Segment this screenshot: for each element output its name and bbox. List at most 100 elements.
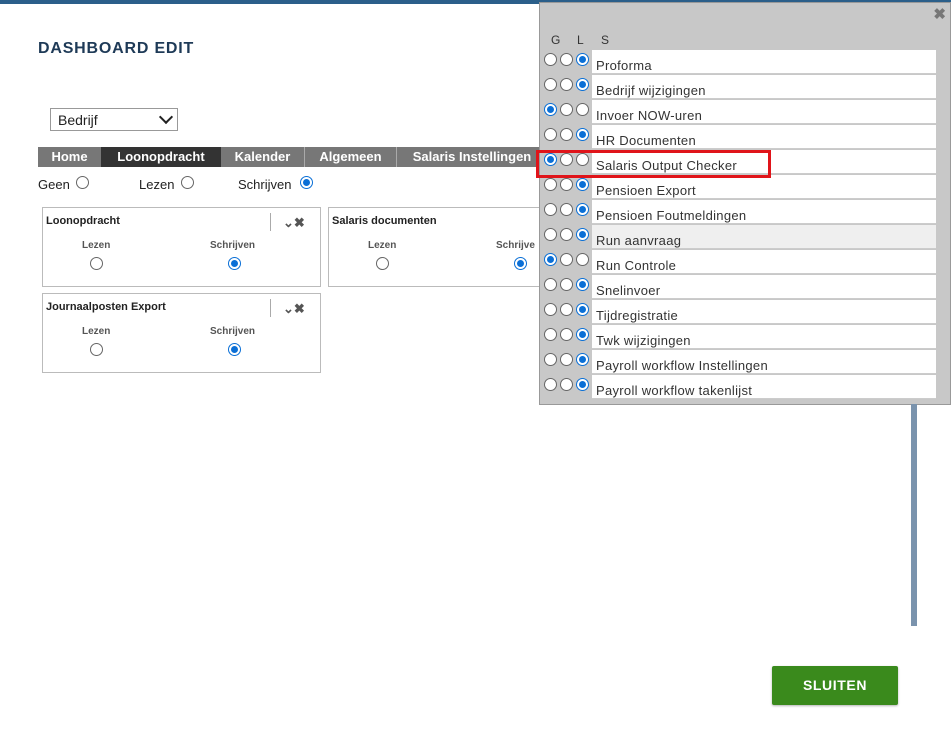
panel-row-label: Invoer NOW-uren <box>592 100 936 124</box>
panel-radio-g[interactable] <box>544 378 557 391</box>
panel-radio-g[interactable] <box>544 228 557 241</box>
panel-row[interactable]: Twk wijzigingen <box>540 325 940 350</box>
panel-radio-s[interactable] <box>576 103 589 116</box>
widget-radio-lezen[interactable] <box>90 257 103 270</box>
tab-kalender[interactable]: Kalender <box>221 147 305 167</box>
panel-radio-l[interactable] <box>560 378 573 391</box>
panel-radio-s[interactable] <box>576 128 589 141</box>
panel-radio-g[interactable] <box>544 178 557 191</box>
panel-radio-l[interactable] <box>560 53 573 66</box>
panel-row[interactable]: Snelinvoer <box>540 275 940 300</box>
column-header-g: G <box>551 33 561 47</box>
widget-lezen-label: Lezen <box>82 240 111 251</box>
panel-row-label: Bedrijf wijzigingen <box>592 75 936 99</box>
panel-radio-g[interactable] <box>544 253 557 266</box>
widget-radio-lezen[interactable] <box>376 257 389 270</box>
widget-title: Loonopdracht <box>46 215 120 227</box>
panel-radio-s[interactable] <box>576 253 589 266</box>
permission-radio-schrijven[interactable] <box>300 176 313 189</box>
column-header-l: L <box>577 33 584 47</box>
panel-row[interactable]: Pensioen Export <box>540 175 940 200</box>
close-button[interactable]: SLUITEN <box>772 666 898 705</box>
widget-card: Loonopdracht ⌄✖ Lezen Schrijven <box>42 207 321 287</box>
panel-radio-l[interactable] <box>560 203 573 216</box>
close-icon[interactable]: ✖ <box>933 5 946 23</box>
widget-title: Salaris documenten <box>332 215 437 227</box>
panel-radio-g[interactable] <box>544 278 557 291</box>
panel-radio-g[interactable] <box>544 53 557 66</box>
panel-radio-l[interactable] <box>560 278 573 291</box>
widget-lezen-label: Lezen <box>368 240 397 251</box>
panel-radio-l[interactable] <box>560 328 573 341</box>
panel-row-label: Payroll workflow Instellingen <box>592 350 936 374</box>
panel-radio-l[interactable] <box>560 103 573 116</box>
panel-radio-s[interactable] <box>576 303 589 316</box>
panel-row-label: Proforma <box>592 50 936 74</box>
panel-row-label: Pensioen Foutmeldingen <box>592 200 936 224</box>
company-select-value: Bedrijf <box>58 112 98 128</box>
panel-radio-g[interactable] <box>544 303 557 316</box>
tab-algemeen[interactable]: Algemeen <box>305 147 397 167</box>
permission-radio-geen[interactable] <box>76 176 89 189</box>
company-select[interactable]: Bedrijf <box>50 108 178 131</box>
panel-radio-g[interactable] <box>544 328 557 341</box>
close-icon[interactable]: ✖ <box>294 301 305 316</box>
panel-row[interactable]: Payroll workflow Instellingen <box>540 350 940 375</box>
widget-radio-schrijven[interactable] <box>514 257 527 270</box>
divider <box>270 299 271 317</box>
panel-radio-g[interactable] <box>544 78 557 91</box>
widget-lezen-label: Lezen <box>82 326 111 337</box>
panel-radio-s[interactable] <box>576 353 589 366</box>
close-icon[interactable]: ✖ <box>294 215 305 230</box>
panel-row[interactable]: Tijdregistratie <box>540 300 940 325</box>
panel-radio-l[interactable] <box>560 228 573 241</box>
panel-radio-s[interactable] <box>576 228 589 241</box>
widget-radio-lezen[interactable] <box>90 343 103 356</box>
panel-radio-g[interactable] <box>544 203 557 216</box>
chevron-down-icon[interactable]: ⌄ <box>283 215 294 230</box>
widget-radio-schrijven[interactable] <box>228 343 241 356</box>
panel-radio-s[interactable] <box>576 53 589 66</box>
panel-radio-l[interactable] <box>560 303 573 316</box>
panel-radio-s[interactable] <box>576 378 589 391</box>
panel-radio-l[interactable] <box>560 78 573 91</box>
panel-row[interactable]: Payroll workflow takenlijst <box>540 375 940 400</box>
panel-row[interactable]: Run aanvraag <box>540 225 940 250</box>
chevron-down-icon[interactable]: ⌄ <box>283 301 294 316</box>
widget-schrijven-label: Schrijven <box>210 240 256 251</box>
tab-home[interactable]: Home <box>38 147 101 167</box>
panel-row[interactable]: HR Documenten <box>540 125 940 150</box>
panel-row[interactable]: Invoer NOW-uren <box>540 100 940 125</box>
panel-radio-s[interactable] <box>576 78 589 91</box>
panel-radio-g[interactable] <box>544 103 557 116</box>
panel-radio-l[interactable] <box>560 253 573 266</box>
panel-row-label: Twk wijzigingen <box>592 325 936 349</box>
permission-label-schrijven: Schrijven <box>238 177 292 192</box>
permission-radio-lezen[interactable] <box>181 176 194 189</box>
widget-title: Journaalposten Export <box>46 301 166 313</box>
panel-row[interactable]: Proforma <box>540 50 940 75</box>
panel-row[interactable]: Run Controle <box>540 250 940 275</box>
panel-radio-s[interactable] <box>576 278 589 291</box>
page-title: DASHBOARD EDIT <box>38 40 195 57</box>
panel-radio-s[interactable] <box>576 178 589 191</box>
panel-row[interactable]: Bedrijf wijzigingen <box>540 75 940 100</box>
permission-label-lezen: Lezen <box>139 177 175 192</box>
highlight-box <box>536 150 771 178</box>
panel-radio-g[interactable] <box>544 353 557 366</box>
widget-schrijven-label: Schrijve <box>496 240 535 251</box>
panel-row-label: Tijdregistratie <box>592 300 936 324</box>
column-header-s: S <box>601 33 610 47</box>
panel-radio-l[interactable] <box>560 178 573 191</box>
panel-row[interactable]: Pensioen Foutmeldingen <box>540 200 940 225</box>
widget-radio-schrijven[interactable] <box>228 257 241 270</box>
panel-radio-l[interactable] <box>560 353 573 366</box>
permission-label-geen: Geen <box>38 177 70 192</box>
panel-radio-g[interactable] <box>544 128 557 141</box>
panel-radio-s[interactable] <box>576 328 589 341</box>
tab-loonopdracht[interactable]: Loonopdracht <box>101 147 221 167</box>
scrollbar[interactable] <box>911 404 917 626</box>
panel-radio-s[interactable] <box>576 203 589 216</box>
tab-salaris-instellingen[interactable]: Salaris Instellingen <box>397 147 540 167</box>
panel-radio-l[interactable] <box>560 128 573 141</box>
